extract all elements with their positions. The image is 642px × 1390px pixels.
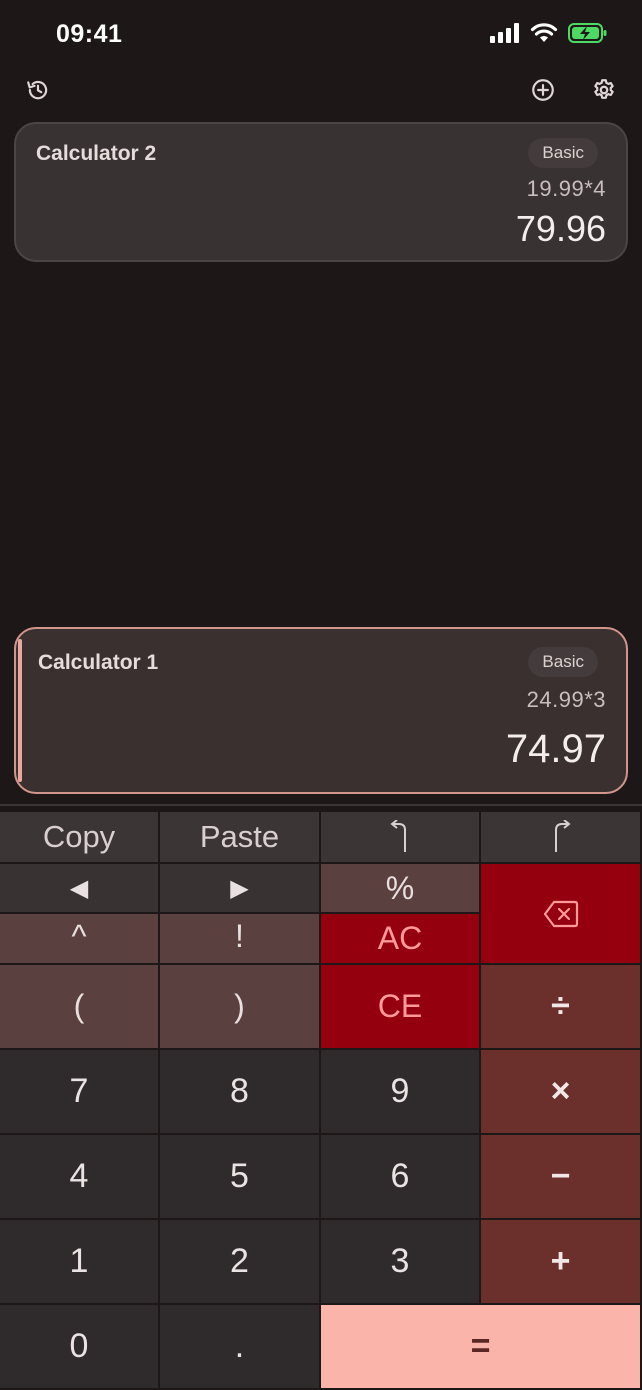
- mode-badge[interactable]: Basic: [528, 138, 598, 168]
- digit-9-button[interactable]: 9: [321, 1050, 481, 1135]
- percent-button[interactable]: %: [321, 864, 481, 914]
- backspace-button[interactable]: [481, 864, 642, 965]
- digit-8-button[interactable]: 8: [160, 1050, 321, 1135]
- calculator-result: 74.97: [505, 727, 606, 771]
- undo-button[interactable]: [321, 812, 481, 864]
- paste-button[interactable]: Paste: [160, 812, 321, 864]
- power-button[interactable]: ^: [0, 914, 160, 965]
- multiply-button[interactable]: ×: [481, 1050, 642, 1135]
- status-time: 09:41: [56, 20, 123, 48]
- history-button[interactable]: [22, 74, 54, 106]
- divide-button[interactable]: ÷: [481, 965, 642, 1050]
- redo-icon: [554, 820, 571, 852]
- calculator-result: 79.96: [515, 208, 606, 249]
- close-paren-button[interactable]: ): [160, 965, 321, 1050]
- calculator-name: Calculator 1: [38, 651, 159, 674]
- undo-icon: [390, 820, 406, 852]
- calculator-name: Calculator 2: [36, 142, 157, 165]
- keypad: Copy Paste ◀ ▶ % ^ ! AC () CE ÷ 7 8 9 ×…: [0, 812, 642, 1390]
- settings-button[interactable]: [588, 74, 620, 106]
- plus-button[interactable]: +: [481, 1220, 642, 1305]
- battery-charging-icon: [568, 23, 607, 43]
- calculator-card-active[interactable]: Calculator 1 Basic 24.99*3 74.97: [14, 627, 628, 794]
- cursor-left-button[interactable]: ◀: [0, 864, 160, 914]
- copy-button[interactable]: Copy: [0, 812, 160, 864]
- calculator-expression: 24.99*3: [526, 687, 606, 712]
- calculator-card[interactable]: Calculator 2 Basic 19.99*4 79.96: [14, 122, 628, 262]
- active-indicator: [18, 639, 22, 782]
- mode-badge[interactable]: Basic: [528, 647, 598, 677]
- add-circle-icon: [532, 79, 554, 101]
- digit-3-button[interactable]: 3: [321, 1220, 481, 1305]
- clear-entry-button[interactable]: CE: [321, 965, 481, 1050]
- keypad-divider: [0, 804, 642, 806]
- wifi-icon: [530, 23, 558, 42]
- gear-icon: [594, 79, 614, 99]
- history-icon: [27, 80, 48, 100]
- signal-icon: [490, 23, 519, 43]
- factorial-button[interactable]: !: [160, 914, 321, 965]
- digit-0-button[interactable]: 0: [0, 1305, 160, 1390]
- redo-button[interactable]: [481, 812, 642, 864]
- status-bar: 09:41: [0, 0, 642, 70]
- equals-button[interactable]: =: [321, 1305, 642, 1390]
- digit-7-button[interactable]: 7: [0, 1050, 160, 1135]
- cursor-right-button[interactable]: ▶: [160, 864, 321, 914]
- app-screen: 09:41 Calculator 2 Basic 19.99*4 79.96 C…: [0, 0, 642, 1390]
- digit-5-button[interactable]: 5: [160, 1135, 321, 1220]
- digit-4-button[interactable]: 4: [0, 1135, 160, 1220]
- decimal-button[interactable]: .: [160, 1305, 321, 1390]
- add-calculator-button[interactable]: [527, 74, 559, 106]
- minus-button[interactable]: −: [481, 1135, 642, 1220]
- digit-1-button[interactable]: 1: [0, 1220, 160, 1305]
- open-paren-button[interactable]: (: [0, 965, 160, 1050]
- digit-2-button[interactable]: 2: [160, 1220, 321, 1305]
- all-clear-button[interactable]: AC: [321, 914, 481, 965]
- calculator-expression: 19.99*4: [526, 176, 606, 201]
- backspace-icon: [543, 900, 578, 927]
- digit-6-button[interactable]: 6: [321, 1135, 481, 1220]
- status-icons: [490, 22, 608, 44]
